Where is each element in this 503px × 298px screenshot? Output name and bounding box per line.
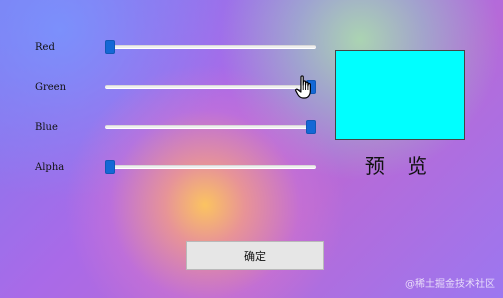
red-slider[interactable]	[105, 39, 316, 55]
green-label: Green	[35, 82, 67, 93]
ok-button[interactable]: 确定	[186, 241, 324, 270]
slider-thumb[interactable]	[306, 120, 316, 134]
alpha-label: Alpha	[35, 162, 65, 173]
preview-label: 预 览	[364, 154, 436, 178]
red-label: Red	[35, 42, 55, 53]
slider-track	[105, 125, 316, 129]
blue-label: Blue	[35, 122, 58, 133]
green-slider[interactable]	[105, 79, 316, 95]
slider-track	[105, 165, 316, 169]
alpha-slider[interactable]	[105, 159, 316, 175]
color-picker-window: Red Green Blue Alpha 预 览 确定 @稀土掘金技术社区	[0, 0, 503, 298]
slider-track	[105, 85, 316, 89]
slider-track	[105, 45, 316, 49]
slider-thumb[interactable]	[105, 40, 115, 54]
hand-pointer-icon	[295, 75, 311, 99]
blue-slider[interactable]	[105, 119, 316, 135]
watermark: @稀土掘金技术社区	[405, 279, 495, 290]
slider-thumb[interactable]	[105, 160, 115, 174]
color-preview-box	[335, 50, 465, 140]
